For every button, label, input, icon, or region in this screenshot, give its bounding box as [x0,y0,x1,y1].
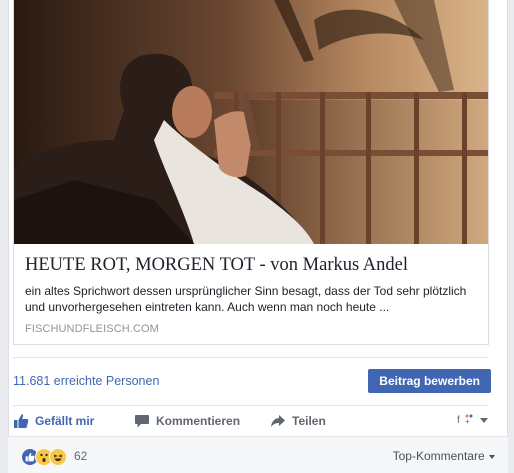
link-description: ein altes Sprichwort dessen ursprünglich… [25,284,467,314]
comment-button[interactable]: Kommentieren [134,412,240,430]
insights-bar: 11.681 erreichte Personen Beitrag bewerb… [13,357,491,405]
comment-icon [135,415,149,428]
caret-down-icon [480,418,488,423]
share-icon [271,415,285,427]
caret-down-icon [489,454,495,459]
like-label: Gefällt mir [35,414,95,428]
reach-link[interactable]: 11.681 erreichte Personen [13,374,159,388]
link-domain: FISCHUNDFLEISCH.COM [25,323,159,335]
reactions-bar: 62 Top-Kommentare [8,436,508,473]
svg-text:+: + [465,417,470,426]
comment-sort-dropdown[interactable]: Top-Kommentare [393,449,496,463]
reaction-icons[interactable] [21,448,67,466]
link-title[interactable]: HEUTE ROT, MORGEN TOT - von Markus Andel [25,255,485,276]
comment-sort-label: Top-Kommentare [392,449,485,463]
preview-image[interactable] [14,0,488,244]
link-preview[interactable]: HEUTE ROT, MORGEN TOT - von Markus Andel… [13,0,489,345]
share-button[interactable]: Teilen [270,412,326,430]
reaction-count[interactable]: 62 [74,449,87,463]
audience-selector[interactable]: f + [457,412,489,428]
svg-text:f: f [457,415,460,426]
comment-label: Kommentieren [156,414,241,428]
share-label: Teilen [292,414,326,428]
audience-icon: f + [457,414,473,426]
haha-reaction-icon [49,448,67,466]
post-actions: Gefällt mir Kommentieren Teilen f + [13,405,489,435]
boost-post-button[interactable]: Beitrag bewerben [368,369,491,393]
thumbs-up-icon [14,414,29,428]
like-button[interactable]: Gefällt mir [13,412,94,430]
